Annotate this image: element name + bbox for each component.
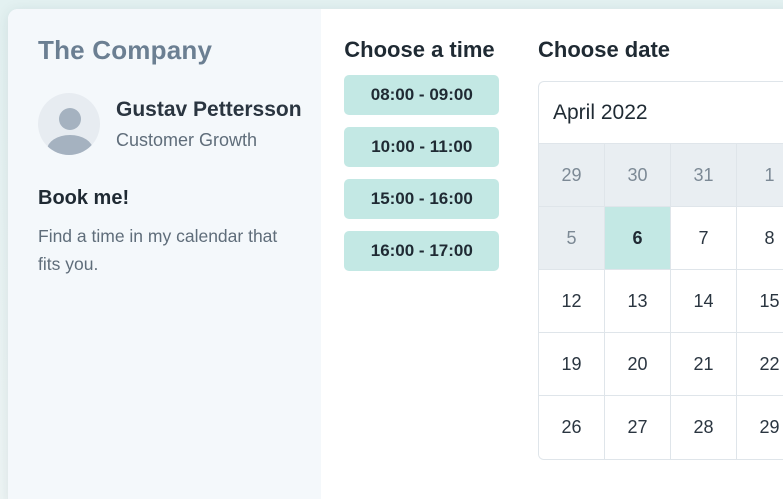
calendar-day[interactable]: 21: [671, 333, 737, 396]
calendar-month: April 2022: [539, 82, 783, 144]
calendar-day[interactable]: 12: [539, 270, 605, 333]
calendar-day[interactable]: 15: [737, 270, 783, 333]
calendar-day[interactable]: 28: [671, 396, 737, 459]
book-title: Book me!: [38, 187, 130, 209]
calendar-day[interactable]: 5: [539, 207, 605, 270]
calendar-day[interactable]: 26: [539, 396, 605, 459]
profile-sidebar: The Company Gustav Pettersson Customer G…: [8, 9, 322, 499]
calendar-grid: 29 30 31 1 5 6 7 8 12 13 14 15 19 20 21 22 26 27 28 29: [539, 144, 783, 459]
profile: Gustav Pettersson Customer Growth: [38, 93, 321, 155]
calendar-day[interactable]: 19: [539, 333, 605, 396]
calendar-day[interactable]: 8: [737, 207, 783, 270]
calendar-day[interactable]: 30: [605, 144, 671, 207]
page-background: The Company Gustav Pettersson Customer G…: [0, 0, 783, 499]
calendar-week-row: 26 27 28 29: [539, 396, 783, 459]
calendar-week-row: 5678: [539, 207, 783, 270]
calendar-week-row: 12 13 14 15: [539, 270, 783, 333]
calendar-day[interactable]: 29: [737, 396, 783, 459]
calendar-week-row: 29 30 31 1: [539, 144, 783, 207]
calendar-day[interactable]: 1: [737, 144, 783, 207]
date-picker: Choose date April 2022 29 30 31 1 5 6 7 8 12 13 14…: [538, 9, 783, 499]
time-slot-button[interactable]: 16:00 - 17:00: [344, 231, 500, 271]
calendar-day[interactable]: 7: [671, 207, 737, 270]
time-slot-button[interactable]: 15:00 - 16:00: [344, 179, 500, 219]
calendar: April 2022 29 30 31 1 5 6 7 8 12 13 14 15 19 20 21 22 26…: [538, 81, 783, 460]
avatar: [38, 93, 100, 155]
avatar-body-icon: [47, 135, 93, 155]
avatar-head-icon: [59, 108, 81, 130]
calendar-day[interactable]: 27: [605, 396, 671, 459]
person-name: Gustav Pettersson: [116, 97, 302, 121]
book-description: Find a time in my calendar that fits you…: [38, 226, 278, 274]
calendar-day[interactable]: 20: [605, 333, 671, 396]
person-role: Customer Growth: [116, 129, 258, 150]
time-slot-button[interactable]: 08:00 - 09:00: [344, 75, 500, 115]
profile-info: Gustav Pettersson Customer Growth: [116, 98, 302, 151]
calendar-day-selected[interactable]: 6: [605, 207, 671, 270]
time-picker: Choose a time 08:00 - 09:00 10:00 - 11:0…: [321, 9, 538, 499]
choose-date-title: Choose date: [538, 37, 671, 62]
company-name: The Company: [38, 35, 213, 65]
calendar-week-row: 19 20 21 22: [539, 333, 783, 396]
calendar-day[interactable]: 13: [605, 270, 671, 333]
calendar-day[interactable]: 22: [737, 333, 783, 396]
calendar-day[interactable]: 31: [671, 144, 737, 207]
choose-time-title: Choose a time: [344, 37, 495, 62]
time-slot-list: 08:00 - 09:00 10:00 - 11:00 15:00 - 16:0…: [344, 75, 538, 271]
booking-card: The Company Gustav Pettersson Customer G…: [8, 9, 783, 499]
calendar-day[interactable]: 29: [539, 144, 605, 207]
calendar-day[interactable]: 14: [671, 270, 737, 333]
time-slot-button[interactable]: 10:00 - 11:00: [344, 127, 500, 167]
